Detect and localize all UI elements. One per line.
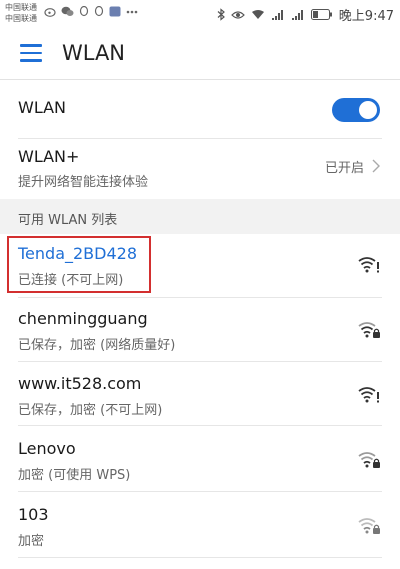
notification-icons [44,6,138,17]
wifi-warning-icon [358,387,379,403]
wifi-status-icon [251,10,264,19]
app-bar: WLAN [0,28,400,80]
network-status: 已保存，加密 (不可上网) [18,403,163,418]
wlan-plus-state: 已开启 [324,161,364,176]
wlan-toggle-label: WLAN [18,98,67,117]
bluetooth-icon [217,8,225,21]
wifi-lock-icon [358,452,380,468]
qq-icon [79,6,89,17]
signal-1-icon [271,9,283,20]
page-title: WLAN [62,41,126,65]
carrier-labels: 中国联通 中国联通 [5,2,37,24]
eye-icon [230,10,245,19]
weibo-icon [44,8,56,17]
network-name: www.it528.com [18,374,142,393]
wlan-toggle-row[interactable]: WLAN [0,81,400,139]
network-row-chenmingguang[interactable]: chenmingguang 已保存，加密 (网络质量好) [0,298,400,362]
divider [18,557,382,558]
wlan-plus-label: WLAN+ [18,147,80,166]
wlan-plus-subtitle: 提升网络智能连接体验 [18,175,149,190]
network-status: 已保存，加密 (网络质量好) [18,338,176,353]
system-icons: 晚上9:47 [217,5,394,24]
network-name: Lenovo [18,439,76,458]
highlight-annotation [7,236,151,293]
carrier-1: 中国联通 [5,3,37,12]
wlan-switch[interactable] [332,98,380,122]
switch-knob [359,101,377,119]
app-badge-icon [109,6,121,17]
network-name: 103 [18,505,49,524]
status-time: 晚上9:47 [338,9,394,24]
chevron-right-icon [372,159,380,173]
qq-icon-2 [94,6,104,17]
menu-icon[interactable] [20,44,42,62]
network-status: 加密 [18,534,45,549]
section-header: 可用 WLAN 列表 [0,199,400,234]
network-row-103[interactable]: 103 加密 [0,492,400,558]
wifi-lock-icon [358,322,380,338]
carrier-2: 中国联通 [5,14,37,23]
network-row-lenovo[interactable]: Lenovo 加密 (可使用 WPS) [0,426,400,492]
battery-icon [310,9,332,20]
network-status: 加密 (可使用 WPS) [18,468,131,483]
signal-2-icon [291,9,303,20]
wifi-lock-icon [358,518,380,534]
wifi-warning-icon [358,257,379,273]
network-row-it528[interactable]: www.it528.com 已保存，加密 (不可上网) [0,362,400,426]
status-bar: 中国联通 中国联通 晚上9:47 [0,0,400,28]
network-name: chenmingguang [18,309,148,328]
wlan-plus-row[interactable]: WLAN+ 提升网络智能连接体验 已开启 [0,139,400,199]
section-header-label: 可用 WLAN 列表 [18,213,118,228]
wechat-icon [61,6,74,16]
more-icon [126,10,138,13]
